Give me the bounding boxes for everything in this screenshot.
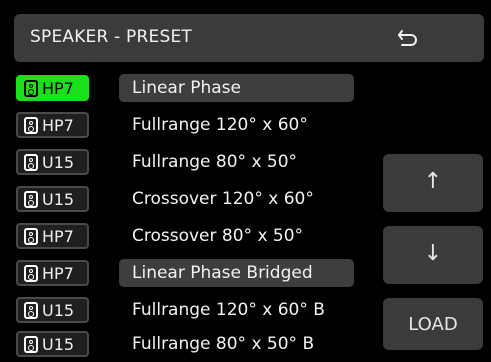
preset-row[interactable]: HP7 Fullrange 120° x 60° [14,109,384,143]
preset-screen: SPEAKER - PRESET HP7 Linear Phase HP7 Fu… [0,0,491,357]
preset-name-box[interactable]: Linear Phase [119,74,354,102]
preset-name: Fullrange 80° x 50° [132,152,298,172]
preset-name: Fullrange 120° x 60° [132,115,308,135]
preset-name: Fullrange 80° x 50° B [132,334,315,354]
preset-name: Fullrange 120° x 60° B [132,300,325,320]
speaker-icon [24,265,38,282]
speaker-badge: U15 [16,297,89,323]
load-button[interactable]: LOAD [383,298,483,350]
preset-name-box[interactable]: Fullrange 120° x 60° [119,111,354,139]
preset-name: Linear Phase Bridged [132,263,313,283]
header-bar: SPEAKER - PRESET [14,14,484,62]
preset-row[interactable]: U15 Fullrange 80° x 50° [14,146,384,180]
load-button-label: LOAD [408,314,458,335]
preset-name-box[interactable]: Linear Phase Bridged [119,259,354,287]
speaker-badge: HP7 [16,223,89,249]
scroll-down-button[interactable]: ↓ [383,226,483,284]
speaker-model: U15 [42,153,75,172]
speaker-model: U15 [42,335,75,354]
preset-row[interactable]: U15 Fullrange 80° x 50° B [14,328,384,362]
speaker-icon [24,228,38,245]
up-arrow-icon: ↑ [423,169,443,194]
preset-name: Crossover 120° x 60° [132,189,314,209]
preset-name-box[interactable]: Fullrange 120° x 60° B [119,296,354,324]
speaker-model: HP7 [42,227,74,246]
speaker-icon [24,336,38,353]
speaker-model: U15 [42,301,75,320]
preset-row[interactable]: HP7 Linear Phase [14,72,384,106]
speaker-icon [24,154,38,171]
preset-name-box[interactable]: Fullrange 80° x 50° [119,148,354,176]
down-arrow-icon: ↓ [423,241,443,266]
speaker-model: HP7 [42,79,74,98]
preset-row[interactable]: U15 Fullrange 120° x 60° B [14,294,384,328]
speaker-badge: HP7 [16,112,89,138]
speaker-badge: U15 [16,186,89,212]
return-arrow-icon[interactable] [396,26,420,50]
speaker-model: HP7 [42,264,74,283]
scroll-up-button[interactable]: ↑ [383,154,483,212]
speaker-model: HP7 [42,116,74,135]
speaker-icon [24,191,38,208]
preset-name: Crossover 80° x 50° [132,226,304,246]
speaker-badge: U15 [16,149,89,175]
speaker-badge: HP7 [16,260,89,286]
speaker-icon [24,80,38,97]
preset-row[interactable]: U15 Crossover 120° x 60° [14,183,384,217]
preset-row[interactable]: HP7 Linear Phase Bridged [14,257,384,291]
speaker-icon [24,117,38,134]
preset-name-box[interactable]: Crossover 120° x 60° [119,185,354,213]
page-title: SPEAKER - PRESET [30,27,192,47]
preset-row[interactable]: HP7 Crossover 80° x 50° [14,220,384,254]
preset-name: Linear Phase [132,78,241,98]
preset-name-box[interactable]: Fullrange 80° x 50° B [119,330,354,358]
speaker-badge: HP7 [16,75,89,101]
speaker-model: U15 [42,190,75,209]
speaker-badge: U15 [16,331,89,357]
preset-name-box[interactable]: Crossover 80° x 50° [119,222,354,250]
speaker-icon [24,302,38,319]
